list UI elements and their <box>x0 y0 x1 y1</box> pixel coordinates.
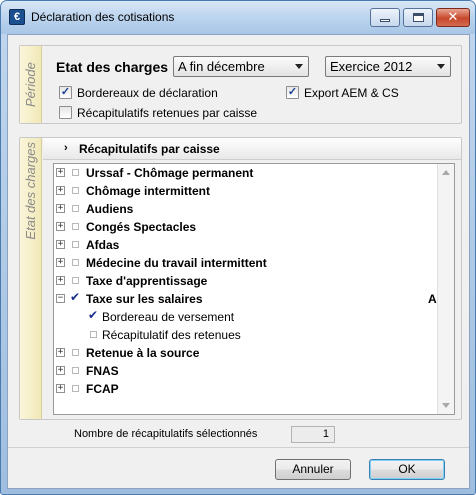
tree-item-label: Taxe sur les salaires <box>86 292 203 306</box>
item-checkbox[interactable] <box>72 187 79 194</box>
tree-item-taxe-apprentissage[interactable]: + Taxe d'apprentissage <box>54 272 454 290</box>
expand-icon[interactable]: + <box>56 204 65 213</box>
item-checkbox[interactable] <box>72 223 79 230</box>
item-checkbox[interactable] <box>72 169 79 176</box>
tree-item-retenue-source[interactable]: + Retenue à la source <box>54 344 454 362</box>
bordereaux-label: Bordereaux de déclaration <box>77 86 218 100</box>
tree-item-label: FCAP <box>86 382 119 396</box>
status-badge: A <box>428 292 437 306</box>
window-title: Déclaration des cotisations <box>31 10 175 24</box>
tree-item-label: Taxe d'apprentissage <box>86 274 208 288</box>
tree-item-chomage-intermittent[interactable]: + Chômage intermittent <box>54 182 454 200</box>
chevron-down-icon <box>295 64 303 69</box>
checkmark-icon[interactable]: ✔ <box>70 290 80 304</box>
expand-icon[interactable]: + <box>56 222 65 231</box>
ok-button[interactable]: OK <box>369 459 445 480</box>
item-checkbox[interactable] <box>72 241 79 248</box>
bordereaux-checkbox[interactable]: ✓ <box>59 86 72 99</box>
tree-item-label: FNAS <box>86 364 119 378</box>
title-bar[interactable]: € Déclaration des cotisations ✕ <box>1 1 475 34</box>
item-checkbox[interactable] <box>90 331 97 338</box>
etat-tab-label: Etat des charges <box>23 142 38 240</box>
item-checkbox[interactable] <box>72 259 79 266</box>
period-select[interactable]: A fin décembre <box>173 56 309 77</box>
item-checkbox[interactable] <box>72 385 79 392</box>
dialog-window: € Déclaration des cotisations ✕ Période … <box>0 0 476 495</box>
exercise-select-value: Exercice 2012 <box>330 59 413 74</box>
expand-icon[interactable]: + <box>56 366 65 375</box>
close-icon: ✕ <box>447 10 459 25</box>
expand-icon[interactable]: + <box>56 348 65 357</box>
tree-item-recap-retenues[interactable]: Récapitulatif des retenues <box>54 326 454 344</box>
item-checkbox[interactable] <box>72 349 79 356</box>
selected-count-label: Nombre de récapitulatifs sélectionnés <box>74 428 258 440</box>
tree-item-urssaf[interactable]: + Urssaf - Chômage permanent <box>54 164 454 182</box>
tree-item-fcap[interactable]: + FCAP <box>54 380 454 398</box>
etat-tab: Etat des charges <box>20 138 42 419</box>
tree-item-label: Récapitulatif des retenues <box>102 328 241 342</box>
tree-item-label: Audiens <box>86 202 134 216</box>
tree-item-medecine[interactable]: + Médecine du travail intermittent <box>54 254 454 272</box>
expand-icon[interactable]: + <box>56 276 65 285</box>
maximize-icon <box>412 13 424 22</box>
selected-count-value: 1 <box>291 426 335 443</box>
export-aem-label: Export AEM & CS <box>304 86 399 100</box>
collapse-icon[interactable]: − <box>56 294 65 303</box>
tree-item-label: Chômage intermittent <box>86 184 211 198</box>
periode-group: Période Etat des charges A fin décembre … <box>19 45 462 124</box>
maximize-button[interactable] <box>403 8 433 27</box>
periode-tab-label: Période <box>23 62 38 108</box>
item-checkbox[interactable] <box>72 367 79 374</box>
scroll-down-icon[interactable] <box>442 403 450 408</box>
cancel-button[interactable]: Annuler <box>275 459 351 480</box>
exercise-select[interactable]: Exercice 2012 <box>325 56 451 77</box>
minimize-button[interactable] <box>370 8 400 27</box>
item-checkbox[interactable] <box>72 205 79 212</box>
expand-icon[interactable]: + <box>56 186 65 195</box>
expand-icon[interactable]: + <box>56 168 65 177</box>
vertical-scrollbar[interactable] <box>437 164 454 414</box>
app-euro-icon: € <box>9 9 25 25</box>
export-aem-checkbox[interactable]: ✓ <box>286 86 299 99</box>
scroll-up-icon[interactable] <box>442 170 450 175</box>
section-title: Récapitulatifs par caisse <box>79 142 220 156</box>
tree-item-label: Médecine du travail intermittent <box>86 256 267 270</box>
recap-retenues-label: Récapitulatifs retenues par caisse <box>77 106 258 120</box>
tree-item-conges-spectacles[interactable]: + Congés Spectacles <box>54 218 454 236</box>
tree-item-audiens[interactable]: + Audiens <box>54 200 454 218</box>
period-select-value: A fin décembre <box>178 59 265 74</box>
tree-item-label: Bordereau de versement <box>102 310 235 324</box>
tree-item-label: Urssaf - Chômage permanent <box>86 166 254 180</box>
recap-retenues-checkbox[interactable] <box>59 106 72 119</box>
item-checkbox[interactable] <box>72 277 79 284</box>
expand-icon[interactable]: + <box>56 240 65 249</box>
expand-icon[interactable]: + <box>56 258 65 267</box>
chevron-down-icon <box>437 64 445 69</box>
etat-group: Etat des charges › Récapitulatifs par ca… <box>19 137 462 420</box>
tree-item-label: Afdas <box>86 238 120 252</box>
caisse-tree[interactable]: + Urssaf - Chômage permanent + Chômage i… <box>53 163 455 415</box>
minimize-icon <box>380 19 390 22</box>
etat-des-charges-label: Etat des charges <box>56 59 169 75</box>
footer-divider <box>8 447 469 448</box>
tree-item-label: Retenue à la source <box>86 346 200 360</box>
expand-icon[interactable]: + <box>56 384 65 393</box>
tree-item-taxe-salaires[interactable]: − ✔ Taxe sur les salaires A <box>54 290 454 308</box>
close-button[interactable]: ✕ <box>436 8 470 27</box>
chevron-right-icon: › <box>64 142 68 154</box>
checkmark-icon[interactable]: ✔ <box>88 308 98 322</box>
section-header[interactable]: › Récapitulatifs par caisse <box>43 138 461 160</box>
dialog-client-area: Période Etat des charges A fin décembre … <box>7 34 470 489</box>
periode-tab: Période <box>20 46 42 123</box>
tree-item-label: Congés Spectacles <box>86 220 197 234</box>
tree-item-fnas[interactable]: + FNAS <box>54 362 454 380</box>
tree-item-afdas[interactable]: + Afdas <box>54 236 454 254</box>
tree-item-bordereau-versement[interactable]: ✔ Bordereau de versement <box>54 308 454 326</box>
